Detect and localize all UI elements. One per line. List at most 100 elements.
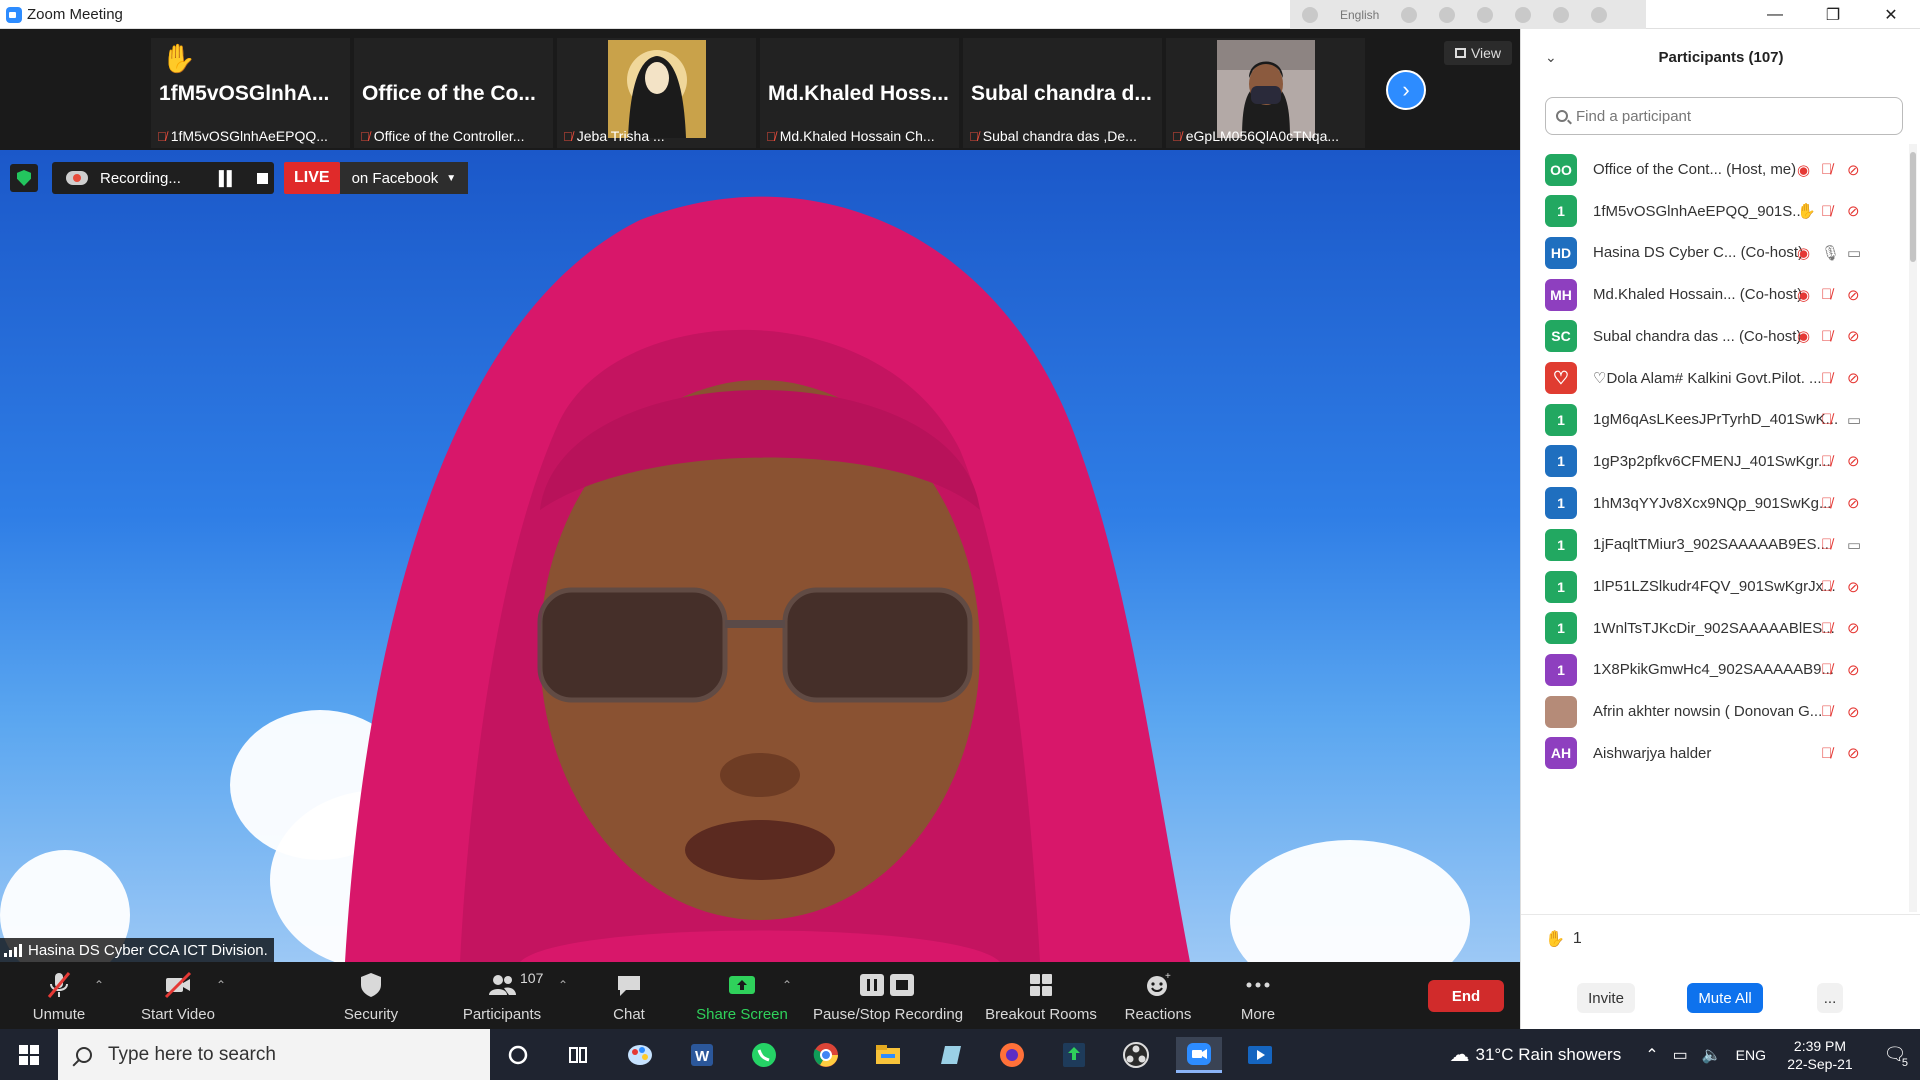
video-off-icon[interactable]: ⊘: [1847, 494, 1860, 512]
close-button[interactable]: ✕: [1862, 0, 1920, 29]
video-editor-app-icon[interactable]: [1242, 1037, 1278, 1073]
gallery-tile[interactable]: Subal chandra d... 🎙̸ Subal chandra das ,…: [962, 37, 1163, 149]
muted-mic-icon[interactable]: 🎙̸: [1821, 661, 1832, 678]
word-app-icon[interactable]: W: [684, 1037, 720, 1073]
file-explorer-icon[interactable]: [870, 1037, 906, 1073]
notes-app-icon[interactable]: [932, 1037, 968, 1073]
language-label[interactable]: English: [1340, 8, 1379, 22]
muted-mic-icon[interactable]: 🎙̸: [1821, 703, 1832, 720]
share-options-caret[interactable]: ⌃: [782, 978, 792, 992]
collapse-chevron-icon[interactable]: ⌄: [1545, 49, 1557, 66]
muted-mic-icon[interactable]: 🎙̸: [1821, 161, 1832, 178]
video-off-icon[interactable]: ⊘: [1847, 161, 1860, 179]
video-off-icon[interactable]: ⊘: [1847, 327, 1860, 345]
task-view-icon[interactable]: [560, 1037, 596, 1073]
muted-mic-icon[interactable]: 🎙̸: [1821, 286, 1832, 303]
participant-row[interactable]: AH Aishwarjya halder 🎙̸ ⊘: [1521, 728, 1909, 779]
cloud-icon[interactable]: [1401, 6, 1418, 23]
invite-button[interactable]: Invite: [1577, 983, 1635, 1013]
start-video-button[interactable]: Start Video: [134, 962, 222, 1029]
video-off-icon[interactable]: ⊘: [1847, 703, 1860, 721]
unmute-button[interactable]: Unmute: [22, 962, 96, 1029]
video-off-icon[interactable]: ⊘: [1847, 286, 1860, 304]
mic-icon[interactable]: 🎙: [1821, 244, 1840, 262]
chrome-app-icon[interactable]: [808, 1037, 844, 1073]
video-off-icon[interactable]: ⊘: [1847, 202, 1860, 220]
input-method-icon[interactable]: [1302, 6, 1318, 23]
taskbar-search-input[interactable]: Type here to search: [58, 1029, 490, 1080]
help-icon[interactable]: [1553, 6, 1570, 23]
obs-app-icon[interactable]: [1118, 1037, 1154, 1073]
participant-search-input[interactable]: Find a participant: [1545, 97, 1903, 135]
stop-recording-icon[interactable]: [256, 172, 268, 184]
gallery-tile[interactable]: ✋ 1fM5vOSGlnhA... 🎙̸ 1fM5vOSGlnhAeEPQQ...: [150, 37, 351, 149]
muted-mic-icon[interactable]: 🎙̸: [1821, 453, 1832, 470]
encryption-shield-icon[interactable]: [10, 164, 38, 192]
panel-more-button[interactable]: ...: [1817, 983, 1843, 1013]
muted-mic-icon[interactable]: 🎙̸: [1821, 578, 1832, 595]
security-button[interactable]: Security: [336, 962, 406, 1029]
cloud-upload-app-icon[interactable]: [1056, 1037, 1092, 1073]
restore-button[interactable]: ❐: [1804, 0, 1862, 29]
video-off-icon[interactable]: ⊘: [1847, 369, 1860, 387]
end-meeting-button[interactable]: End: [1428, 980, 1504, 1012]
zoom-app-icon[interactable]: [1176, 1037, 1222, 1073]
muted-mic-icon[interactable]: 🎙̸: [1821, 745, 1832, 762]
muted-mic-icon[interactable]: 🎙̸: [1821, 328, 1832, 345]
volume-icon[interactable]: 🔈: [1702, 1045, 1722, 1065]
pause-recording-icon[interactable]: ▌▌: [219, 170, 237, 186]
more-button[interactable]: More: [1232, 962, 1284, 1029]
share-screen-button[interactable]: Share Screen: [694, 962, 790, 1029]
muted-mic-icon[interactable]: 🎙̸: [1821, 620, 1832, 637]
audio-options-caret[interactable]: ⌃: [94, 978, 104, 992]
minimize-button[interactable]: —: [1746, 0, 1804, 29]
reactions-button[interactable]: + Reactions: [1122, 962, 1194, 1029]
participant-list-scrollbar[interactable]: [1909, 144, 1917, 912]
muted-mic-icon[interactable]: 🎙̸: [1821, 411, 1832, 428]
weather-cloud-icon[interactable]: ☁: [1450, 1042, 1470, 1067]
video-off-icon[interactable]: ⊘: [1847, 661, 1860, 679]
taskbar-clock[interactable]: 2:39 PM 22-Sep-21: [1770, 1037, 1870, 1073]
notification-center-icon[interactable]: 🗨 5: [1870, 1044, 1920, 1069]
ie-icon[interactable]: [1515, 6, 1532, 23]
video-icon[interactable]: ▭: [1847, 244, 1861, 262]
tool-icon[interactable]: [1439, 6, 1456, 23]
input-language-label[interactable]: ENG: [1736, 1047, 1766, 1063]
muted-mic-icon[interactable]: 🎙̸: [1821, 203, 1832, 220]
gallery-next-icon[interactable]: ›: [1386, 70, 1426, 110]
video-options-caret[interactable]: ⌃: [216, 978, 226, 992]
video-icon[interactable]: ▭: [1847, 411, 1861, 429]
video-off-icon[interactable]: ⊘: [1847, 452, 1860, 470]
weather-label[interactable]: 31°C Rain showers: [1476, 1045, 1622, 1065]
raised-hands-counter[interactable]: ✋ 1: [1545, 929, 1582, 949]
gallery-tile[interactable]: 🎙̸ Jeba Trisha ...: [556, 37, 757, 149]
video-off-icon[interactable]: ⊘: [1847, 578, 1860, 596]
network-icon[interactable]: ▭: [1673, 1045, 1688, 1065]
whatsapp-app-icon[interactable]: [746, 1037, 782, 1073]
cortana-icon[interactable]: [500, 1037, 536, 1073]
gallery-tile[interactable]: 🎙̸ eGpLM056QlA0cTNqa...: [1165, 37, 1366, 149]
settings-icon[interactable]: [1477, 6, 1494, 23]
video-off-icon[interactable]: ⊘: [1847, 619, 1860, 637]
video-icon[interactable]: ▭: [1847, 536, 1861, 554]
participants-options-caret[interactable]: ⌃: [558, 978, 568, 992]
video-off-icon[interactable]: ⊘: [1847, 744, 1860, 762]
chat-button[interactable]: Chat: [604, 962, 654, 1029]
gallery-tile[interactable]: Office of the Co... 🎙̸ Office of the Cont…: [353, 37, 554, 149]
firefox-app-icon[interactable]: [994, 1037, 1030, 1073]
power-icon[interactable]: [1591, 6, 1608, 23]
gallery-tile[interactable]: Md.Khaled Hoss... 🎙̸ Md.Khaled Hossain Ch…: [759, 37, 960, 149]
pause-stop-recording-button[interactable]: Pause/Stop Recording: [810, 962, 966, 1029]
view-button[interactable]: View: [1444, 41, 1512, 65]
paint-app-icon[interactable]: [622, 1037, 658, 1073]
breakout-rooms-button[interactable]: Breakout Rooms: [982, 962, 1100, 1029]
muted-mic-icon[interactable]: 🎙̸: [1821, 370, 1832, 387]
live-platform-dropdown[interactable]: on Facebook ▼: [339, 162, 469, 194]
tray-overflow-chevron-icon[interactable]: ⌃: [1645, 1045, 1658, 1065]
participant-name: ♡Dola Alam# Kalkini Govt.Pilot. ...: [1593, 370, 1822, 387]
language-toolbar[interactable]: English: [1290, 0, 1646, 29]
start-button[interactable]: [0, 1029, 58, 1080]
muted-mic-icon[interactable]: 🎙̸: [1821, 495, 1832, 512]
muted-mic-icon[interactable]: 🎙̸: [1821, 536, 1832, 553]
mute-all-button[interactable]: Mute All: [1687, 983, 1763, 1013]
